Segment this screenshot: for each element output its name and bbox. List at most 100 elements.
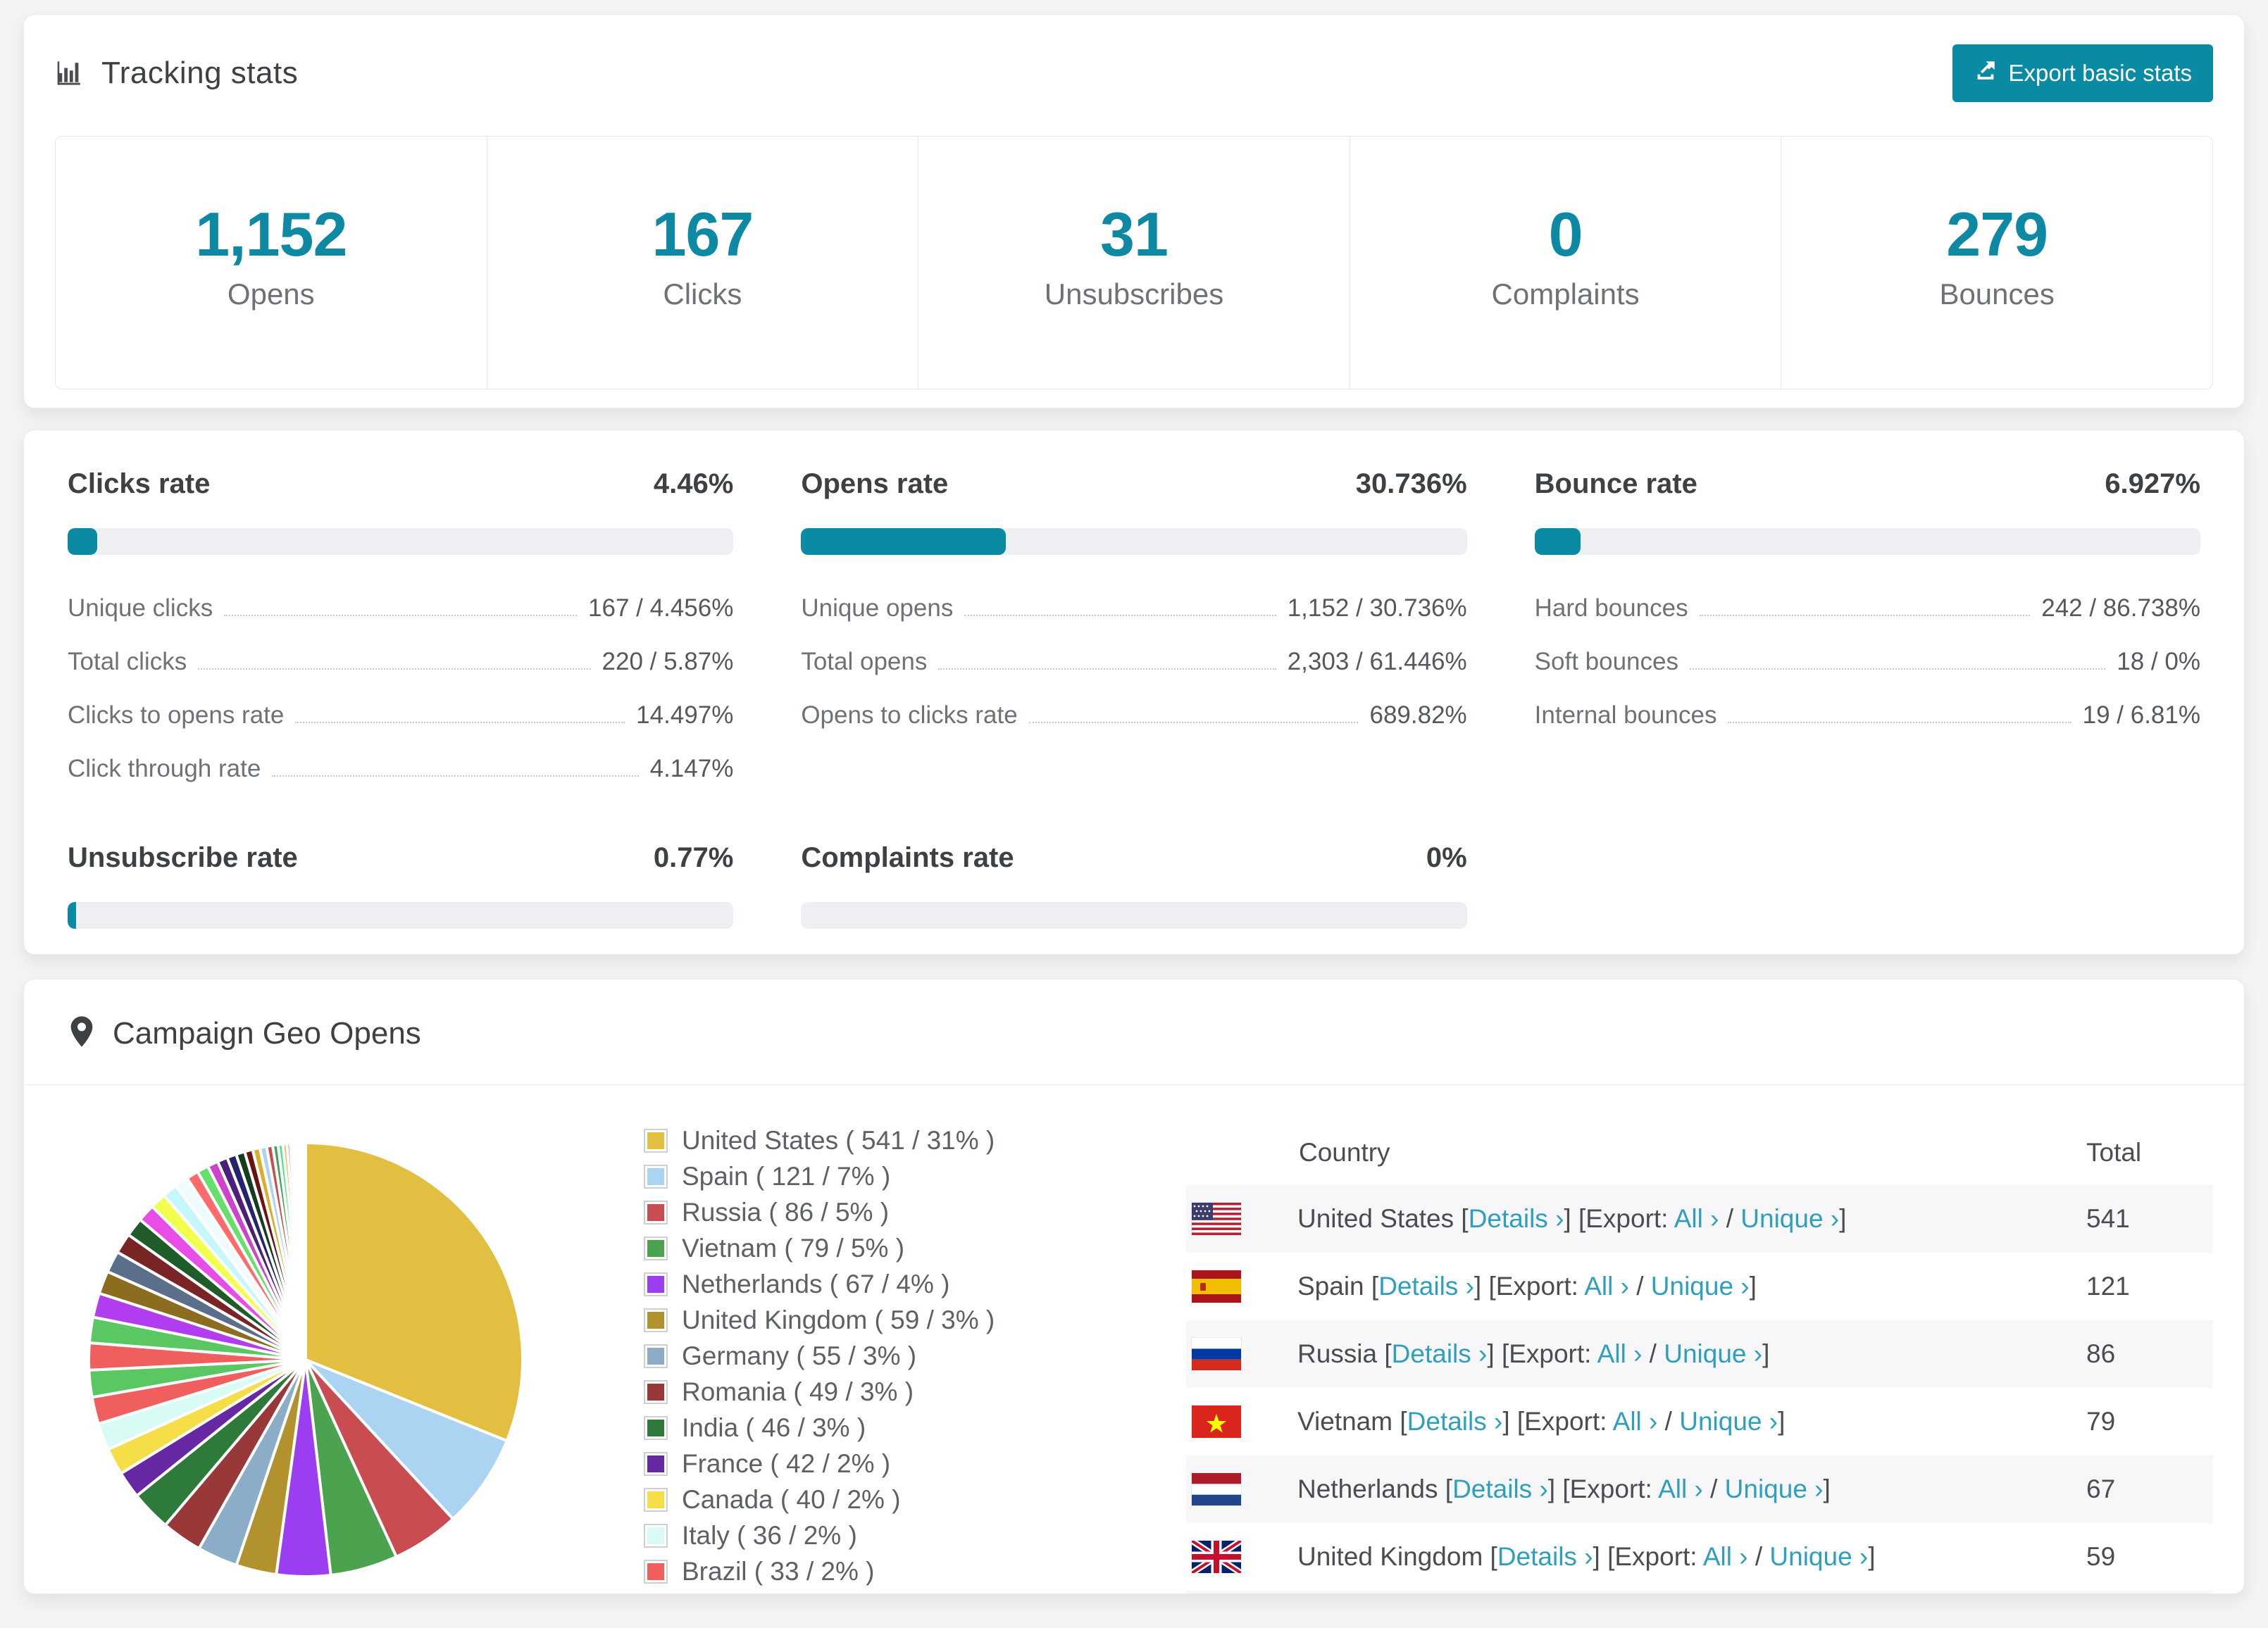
rates-card: Clicks rate4.46%Unique clicks167 / 4.456…: [23, 430, 2245, 955]
total-cell: 59: [2086, 1542, 2213, 1572]
geo-pie-chart: [73, 1116, 644, 1594]
dotted-leader: [224, 615, 577, 616]
stat-label: Bounces: [1781, 277, 2212, 311]
legend-swatch-color: [647, 1563, 664, 1580]
bracket: ]: [1564, 1204, 1578, 1233]
country-cell: Vietnam [Details ›] [Export: All › / Uni…: [1297, 1407, 2086, 1436]
rate-value: 0%: [1426, 842, 1467, 874]
export-unique-link[interactable]: Unique ›: [1769, 1542, 1868, 1571]
legend-label: Russia ( 86 / 5% ): [682, 1198, 889, 1227]
export-icon: [1974, 58, 1998, 88]
rate-section-unsubscribe-rate: Unsubscribe rate0.77%Unsubscribes31: [68, 842, 733, 955]
rate-title-row: Opens rate30.736%: [801, 468, 1466, 500]
details-link[interactable]: Details ›: [1469, 1204, 1564, 1233]
metric-value: 220 / 5.87%: [602, 648, 734, 676]
legend-label: Romania ( 49 / 3% ): [682, 1377, 914, 1407]
metric-row: Hard bounces242 / 86.738%: [1535, 573, 2200, 627]
legend-swatch-color: [647, 1527, 664, 1544]
metric-value: 167 / 4.456%: [588, 594, 733, 622]
dotted-leader: [272, 775, 638, 777]
metric-row: Click through rate4.147%: [68, 734, 733, 787]
legend-swatch-color: [647, 1384, 664, 1401]
legend-swatch-color: [647, 1276, 664, 1293]
export-unique-link[interactable]: Unique ›: [1664, 1339, 1762, 1368]
rates-grid: Clicks rate4.46%Unique clicks167 / 4.456…: [68, 468, 2200, 955]
export-prefix: [Export:: [1562, 1474, 1658, 1503]
legend-item-canada: Canada ( 40 / 2% ): [644, 1485, 1186, 1515]
geo-table-row-de: Germany [Details ›] [Export: All › / Uni…: [1186, 1591, 2213, 1594]
legend-item-romania: Romania ( 49 / 3% ): [644, 1377, 1186, 1407]
bracket: [: [1371, 1272, 1378, 1301]
legend-label: Vietnam ( 79 / 5% ): [682, 1234, 904, 1263]
legend-label: Germany ( 55 / 3% ): [682, 1341, 916, 1371]
metric-row: Internal bounces19 / 6.81%: [1535, 680, 2200, 734]
export-button-label: Export basic stats: [2009, 60, 2192, 87]
progress-bar-track: [801, 902, 1466, 929]
rate-section-clicks-rate: Clicks rate4.46%Unique clicks167 / 4.456…: [68, 468, 733, 787]
export-all-link[interactable]: All ›: [1658, 1474, 1703, 1503]
slash: /: [1657, 1407, 1679, 1436]
total-cell: 121: [2086, 1272, 2213, 1301]
tracking-stats-card: Tracking stats Export basic stats 1,152O…: [23, 14, 2245, 408]
export-unique-link[interactable]: Unique ›: [1651, 1272, 1750, 1301]
slash: /: [1629, 1272, 1651, 1301]
export-prefix: [Export:: [1607, 1542, 1703, 1571]
metric-rows: Hard bounces242 / 86.738%Soft bounces18 …: [1535, 573, 2200, 734]
legend-swatch-color: [647, 1204, 664, 1221]
country-cell: United States [Details ›] [Export: All ›…: [1297, 1204, 2086, 1234]
details-link[interactable]: Details ›: [1497, 1542, 1593, 1571]
geo-table-header: Country Total: [1186, 1120, 2213, 1185]
bracket: ]: [1750, 1272, 1757, 1301]
metric-row: Total opens2,303 / 61.446%: [801, 627, 1466, 680]
details-link[interactable]: Details ›: [1407, 1407, 1503, 1436]
export-unique-link[interactable]: Unique ›: [1740, 1204, 1839, 1233]
export-all-link[interactable]: All ›: [1703, 1542, 1748, 1571]
details-link[interactable]: Details ›: [1392, 1339, 1488, 1368]
export-all-link[interactable]: All ›: [1597, 1339, 1643, 1368]
stat-value: 1,152: [56, 199, 487, 270]
legend-swatch: [644, 1129, 668, 1153]
legend-swatch-color: [647, 1168, 664, 1185]
rate-title: Opens rate: [801, 468, 948, 500]
metric-row: Total clicks220 / 5.87%: [68, 627, 733, 680]
rate-value: 6.927%: [2105, 468, 2200, 500]
summary-stat-complaints: 0Complaints: [1350, 137, 1782, 389]
metric-value: 1,152 / 30.736%: [1288, 594, 1467, 622]
geo-table-row-nl: Netherlands [Details ›] [Export: All › /…: [1186, 1455, 2213, 1523]
progress-bar-track: [1535, 528, 2200, 555]
rate-title-row: Clicks rate4.46%: [68, 468, 733, 500]
legend-label: South Africa ( 29 / 2% ): [682, 1593, 949, 1594]
slash: /: [1703, 1474, 1725, 1503]
bracket: ]: [1868, 1542, 1875, 1571]
us-flag-icon: [1192, 1203, 1241, 1235]
stat-label: Opens: [56, 277, 487, 311]
details-link[interactable]: Details ›: [1452, 1474, 1548, 1503]
metric-row: Opens to clicks rate689.82%: [801, 680, 1466, 734]
legend-item-united-kingdom: United Kingdom ( 59 / 3% ): [644, 1305, 1186, 1335]
legend-item-france: France ( 42 / 2% ): [644, 1449, 1186, 1479]
export-basic-stats-button[interactable]: Export basic stats: [1952, 44, 2213, 102]
bar-chart-icon: [55, 56, 86, 91]
export-all-link[interactable]: All ›: [1613, 1407, 1658, 1436]
summary-stats-row: 1,152Opens167Clicks31Unsubscribes0Compla…: [55, 136, 2213, 389]
metric-label: Total opens: [801, 648, 927, 676]
dotted-leader: [198, 668, 590, 670]
rate-title: Unsubscribe rate: [68, 842, 298, 874]
export-unique-link[interactable]: Unique ›: [1725, 1474, 1824, 1503]
export-prefix: [Export:: [1517, 1407, 1613, 1436]
details-link[interactable]: Details ›: [1378, 1272, 1474, 1301]
export-prefix: [Export:: [1488, 1272, 1584, 1301]
rate-title-row: Unsubscribe rate0.77%: [68, 842, 733, 874]
bracket: ]: [1548, 1474, 1563, 1503]
export-all-link[interactable]: All ›: [1674, 1204, 1719, 1233]
bracket: [: [1384, 1339, 1391, 1368]
progress-bar-track: [801, 528, 1466, 555]
legend-item-south-africa: South Africa ( 29 / 2% ): [644, 1593, 1186, 1594]
dotted-leader: [938, 668, 1276, 670]
legend-item-vietnam: Vietnam ( 79 / 5% ): [644, 1234, 1186, 1263]
export-all-link[interactable]: All ›: [1584, 1272, 1629, 1301]
campaign-geo-opens-card: Campaign Geo Opens United States ( 541 /…: [23, 979, 2245, 1594]
total-cell: 541: [2086, 1204, 2213, 1234]
export-unique-link[interactable]: Unique ›: [1679, 1407, 1778, 1436]
progress-bar-fill: [1535, 528, 1581, 555]
